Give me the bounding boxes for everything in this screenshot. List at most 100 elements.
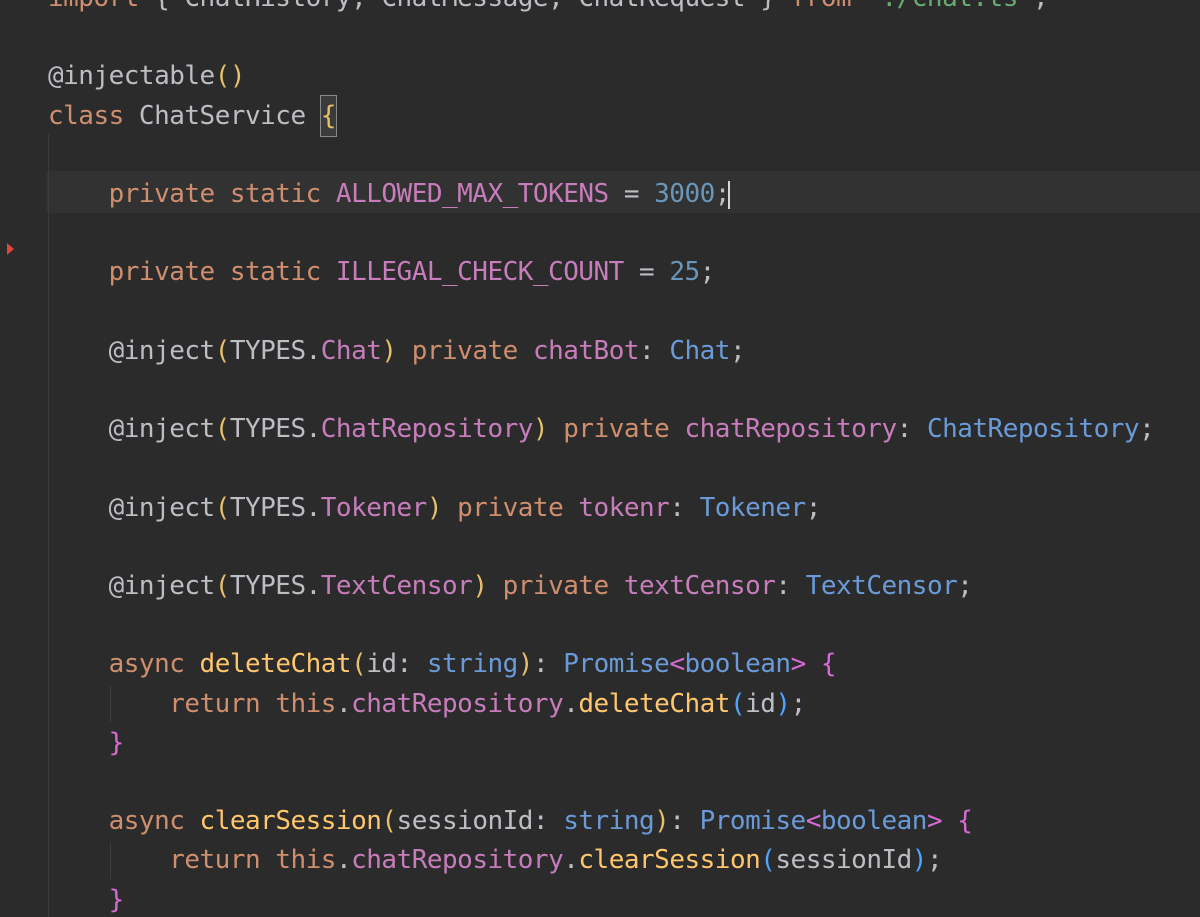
code-line[interactable]: async deleteChat(id: string): Promise<bo…: [48, 644, 837, 684]
code-token: TextCensor: [320, 571, 473, 601]
code-token: <: [805, 806, 822, 837]
code-token: ChatRepository: [320, 414, 534, 445]
code-token: :: [669, 806, 700, 837]
code-token: ): [911, 845, 928, 876]
code-token: sessionId: [775, 845, 912, 876]
code-token: TYPES.: [229, 571, 321, 601]
code-token: (: [214, 571, 231, 601]
code-token: clearSession: [578, 845, 761, 876]
code-token: @inject: [48, 571, 216, 601]
code-token: boolean: [820, 806, 928, 837]
code-token: :: [775, 571, 806, 601]
code-token: (): [214, 61, 246, 92]
code-token: return: [48, 688, 276, 719]
code-token: id: [745, 688, 776, 719]
code-token: @inject: [48, 335, 216, 366]
code-token: =: [608, 179, 655, 209]
code-token: Chat: [320, 335, 382, 366]
code-token: ;: [926, 845, 943, 876]
code-token: :: [532, 649, 564, 680]
code-token: ;: [699, 257, 716, 288]
code-token: async: [48, 649, 200, 680]
code-line[interactable]: import { ChatHistory, ChatMessage, ChatR…: [48, 0, 1049, 18]
code-token: boolean: [684, 649, 792, 680]
code-token: ): [426, 492, 458, 523]
code-token: tokenr: [578, 492, 670, 523]
code-token: ;: [1139, 414, 1155, 445]
code-token: ;: [805, 492, 822, 523]
text-caret: [727, 180, 730, 209]
code-token: Tokener: [699, 492, 807, 523]
code-token: return: [48, 845, 276, 876]
code-token: class: [48, 100, 139, 131]
code-token: >: [790, 649, 821, 680]
code-token: ChatRepository: [926, 414, 1140, 445]
code-token: @inject: [48, 492, 216, 523]
code-editor[interactable]: import { ChatHistory, ChatMessage, ChatR…: [0, 0, 1200, 917]
code-token: ): [472, 571, 503, 601]
code-token: Chat: [669, 335, 730, 366]
code-line[interactable]: @inject(TYPES.TextCensor) private textCe…: [48, 566, 973, 606]
code-token: ILLEGAL_CHECK_COUNT: [335, 257, 624, 288]
code-token: async: [48, 806, 200, 837]
code-token: ;: [1033, 0, 1049, 13]
code-line[interactable]: class ChatService {: [48, 94, 337, 137]
code-line[interactable]: async clearSession(sessionId: string): P…: [48, 801, 973, 841]
code-token: :: [669, 492, 700, 523]
code-token: this: [275, 845, 336, 876]
code-line[interactable]: }: [48, 723, 125, 763]
code-line[interactable]: return this.chatRepository.clearSession(…: [48, 840, 942, 880]
code-line[interactable]: return this.chatRepository.deleteChat(id…: [48, 684, 806, 724]
code-token: {: [820, 649, 837, 680]
code-token: .: [335, 845, 352, 876]
code-token: TextCensor: [805, 571, 958, 601]
code-token: string: [426, 649, 518, 680]
code-token: =: [623, 257, 670, 288]
code-token: TYPES.: [229, 492, 321, 523]
code-token: (: [760, 845, 776, 876]
code-line[interactable]: @injectable(): [48, 56, 246, 96]
code-token: Tokener: [320, 492, 428, 523]
code-token: ): [517, 649, 534, 680]
code-token: ALLOWED_MAX_TOKENS: [335, 179, 609, 209]
code-token: private static: [48, 179, 336, 209]
code-token: (: [381, 806, 397, 837]
code-token: { ChatHistory, ChatMessage, ChatRequest …: [154, 0, 790, 13]
code-token: string: [563, 806, 655, 837]
code-token: <: [669, 649, 685, 680]
code-token: (: [214, 414, 231, 445]
code-line[interactable]: @inject(TYPES.Tokener) private tokenr: T…: [48, 488, 822, 528]
code-token: from: [791, 0, 867, 13]
code-token: ): [381, 335, 412, 366]
code-token: id:: [366, 649, 427, 680]
code-line[interactable]: private static ILLEGAL_CHECK_COUNT = 25;: [48, 252, 716, 292]
code-token: sessionId:: [396, 806, 564, 837]
code-token: private: [457, 492, 579, 523]
code-token: TYPES.: [229, 414, 321, 445]
code-token: private static: [48, 257, 336, 288]
code-token: (: [729, 688, 746, 719]
code-token: >: [926, 806, 958, 837]
code-token: @inject: [48, 414, 216, 445]
code-token: @injectable: [48, 61, 215, 92]
code-token: :: [896, 414, 927, 445]
code-token: ;: [957, 571, 973, 601]
code-token: .: [563, 845, 579, 876]
code-line[interactable]: private static ALLOWED_MAX_TOKENS = 3000…: [48, 174, 731, 214]
code-area[interactable]: import { ChatHistory, ChatMessage, ChatR…: [0, 0, 1200, 917]
code-line[interactable]: @inject(TYPES.ChatRepository) private ch…: [48, 409, 1155, 449]
code-line[interactable]: }: [48, 880, 125, 917]
code-token: (: [214, 335, 231, 366]
code-line[interactable]: @inject(TYPES.Chat) private chatBot: Cha…: [48, 331, 746, 371]
code-token: import: [48, 0, 154, 13]
code-token: chatRepository: [351, 688, 564, 719]
code-token: ;: [790, 688, 807, 719]
code-token: ;: [729, 335, 746, 366]
code-token: chatRepository: [684, 414, 897, 445]
code-token: './chat.ts': [866, 0, 1033, 13]
code-token: deleteChat: [199, 649, 352, 680]
code-token: deleteChat: [578, 688, 730, 719]
code-token: 3000: [654, 179, 715, 209]
code-token: private: [411, 335, 533, 366]
code-token: (: [214, 492, 231, 523]
